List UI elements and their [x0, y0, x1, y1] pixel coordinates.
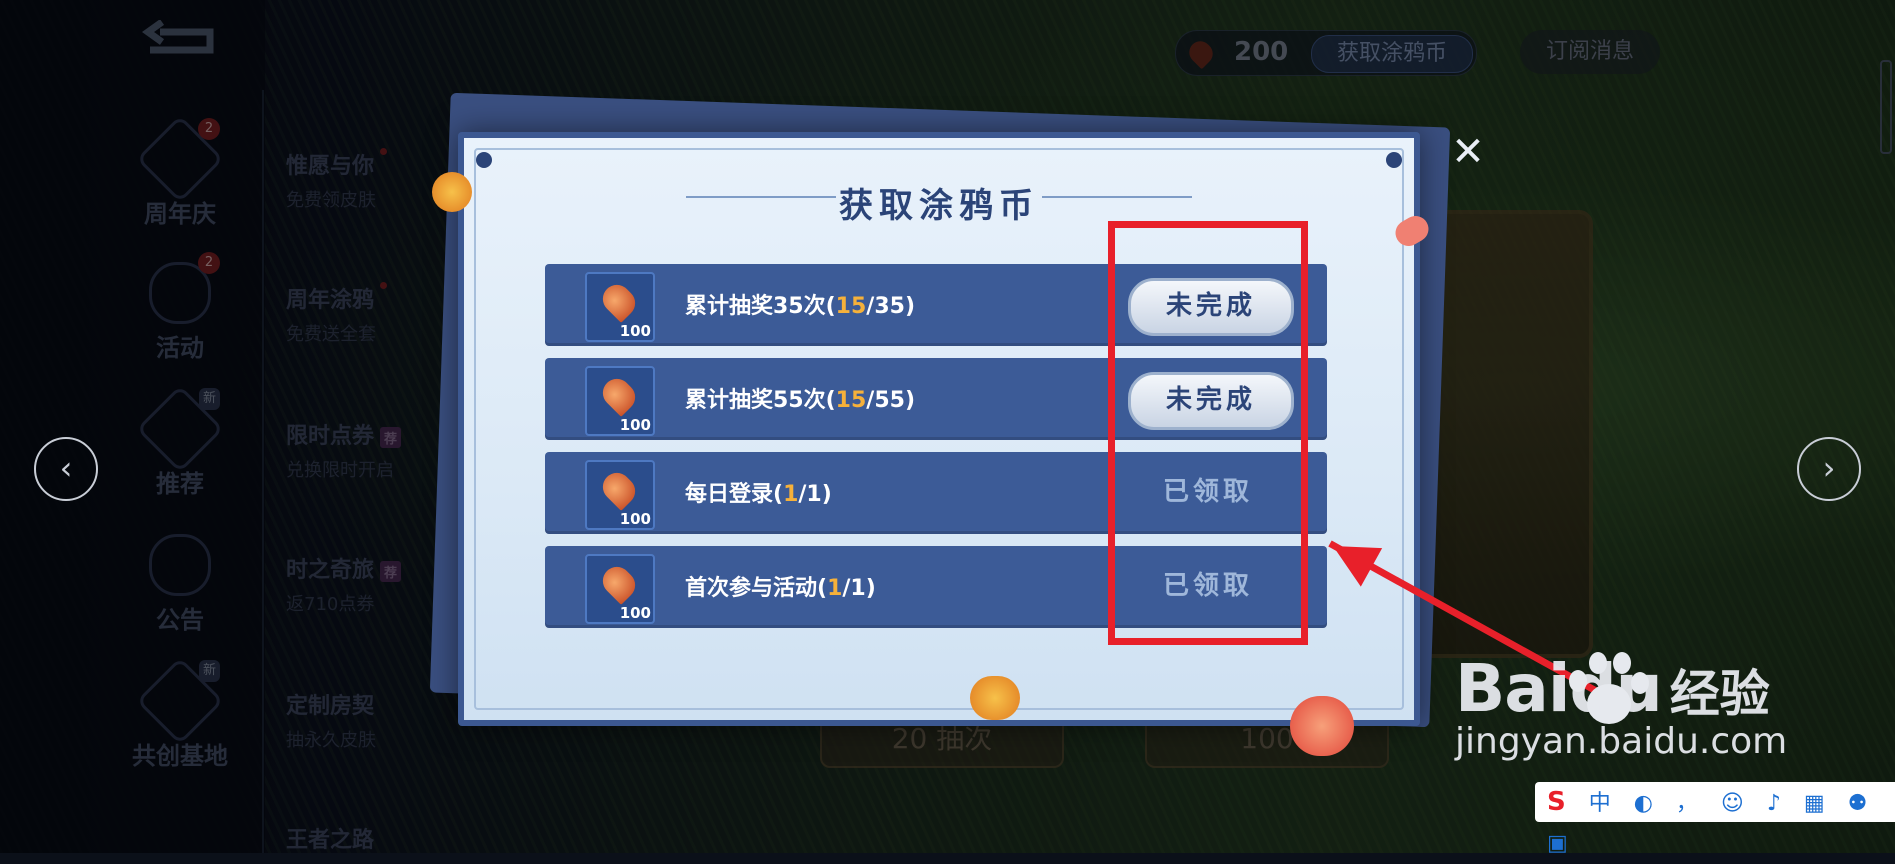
baidu-watermark: Baidu 经验 jingyan.baidu.com	[1455, 650, 1787, 762]
task-progress: 15	[835, 388, 867, 413]
reward-amount: 100	[619, 604, 651, 622]
ime-toolbar[interactable]: S 中 ◐ ， ☺ ♪ ▦ ⚉ ▣	[1535, 782, 1895, 856]
graffiti-coin-icon	[597, 373, 641, 417]
corner-rivet	[1386, 152, 1402, 168]
modal-title: 获取涂鸦币	[839, 186, 1039, 226]
highlight-box	[1108, 221, 1308, 645]
watermark-url: jingyan.baidu.com	[1455, 721, 1788, 762]
reward-amount: 100	[619, 416, 651, 434]
reward-icon: 100	[585, 272, 655, 342]
task-progress: 1	[783, 482, 799, 507]
prev-arrow-icon[interactable]: ‹	[34, 437, 98, 501]
task-text: 每日登录(1/1)	[685, 482, 832, 507]
watermark-logo: Baidu	[1455, 650, 1663, 727]
reward-icon: 100	[585, 460, 655, 530]
flower-decoration	[1290, 696, 1354, 756]
task-text: 累计抽奖55次(15/55)	[685, 388, 916, 413]
reward-icon: 100	[585, 366, 655, 436]
watermark-cn: 经验	[1669, 665, 1770, 723]
task-text: 首次参与活动(1/1)	[685, 576, 876, 601]
close-icon[interactable]: ✕	[1448, 132, 1488, 172]
flower-decoration	[970, 676, 1020, 720]
flower-decoration	[432, 172, 472, 212]
next-arrow-icon[interactable]: ›	[1797, 437, 1861, 501]
reward-icon: 100	[585, 554, 655, 624]
graffiti-coin-icon	[597, 561, 641, 605]
sogou-icon: S	[1547, 787, 1574, 817]
reward-amount: 100	[619, 322, 651, 340]
task-text: 累计抽奖35次(15/35)	[685, 294, 916, 319]
graffiti-coin-icon	[597, 467, 641, 511]
task-progress: 15	[835, 294, 867, 319]
reward-amount: 100	[619, 510, 651, 528]
corner-rivet	[476, 152, 492, 168]
task-progress: 1	[827, 576, 843, 601]
graffiti-coin-icon	[597, 279, 641, 323]
